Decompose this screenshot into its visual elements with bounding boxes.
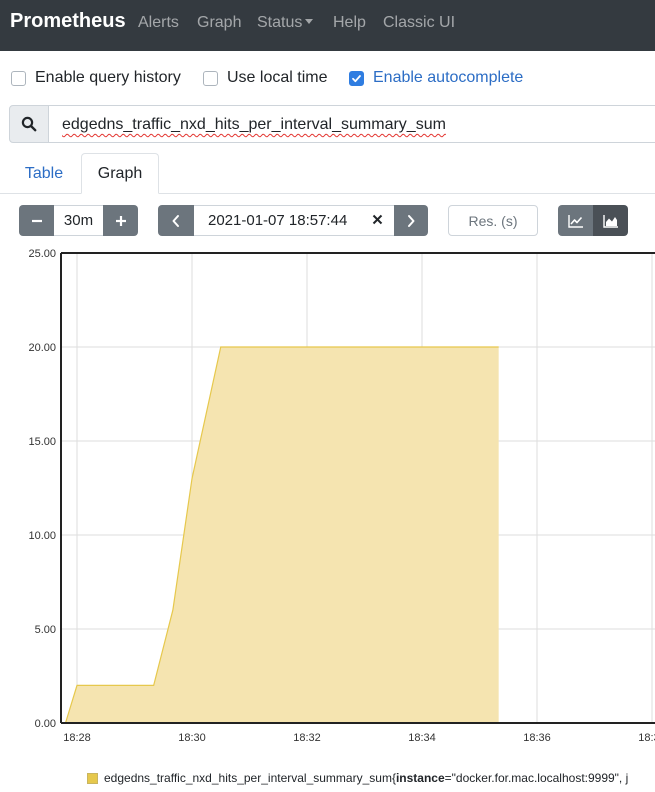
end-time-back-button[interactable] <box>158 205 194 236</box>
stacked-toggle-button[interactable] <box>593 205 628 236</box>
range-decrease-button[interactable] <box>19 205 54 236</box>
legend-metric: edgedns_traffic_nxd_hits_per_interval_su… <box>104 771 392 785</box>
option-query-history[interactable]: Enable query history <box>11 68 181 88</box>
y-tick-label: 0.00 <box>35 718 56 730</box>
range-input[interactable]: 30m <box>54 205 103 236</box>
legend-label-value: "docker.for.mac.localhost:9999", j <box>451 771 629 785</box>
local-time-label: Use local time <box>227 69 328 86</box>
legend-item[interactable]: edgedns_traffic_nxd_hits_per_interval_su… <box>87 770 628 786</box>
y-tick-label: 25.00 <box>28 248 56 260</box>
option-autocomplete[interactable]: Enable autocomplete <box>349 68 523 88</box>
query-history-checkbox[interactable] <box>11 70 26 86</box>
x-tick-label: 18:34 <box>408 732 436 744</box>
expression-text: edgedns_traffic_nxd_hits_per_interval_su… <box>62 116 446 133</box>
brand-logo[interactable]: Prometheus <box>10 10 126 33</box>
y-tick-label: 5.00 <box>35 624 56 636</box>
x-tick-label: 18:38 <box>638 732 655 744</box>
expression-input[interactable]: edgedns_traffic_nxd_hits_per_interval_su… <box>48 105 655 143</box>
chevron-right-icon <box>408 214 415 227</box>
autocomplete-checkbox[interactable] <box>349 70 364 86</box>
legend-swatch <box>87 772 98 784</box>
chevron-down-icon <box>305 19 314 24</box>
x-tick-label: 18:36 <box>523 732 551 744</box>
tab-graph[interactable]: Graph <box>81 153 159 194</box>
y-tick-label: 10.00 <box>28 530 56 542</box>
nav-status[interactable]: Status <box>257 14 314 32</box>
tab-table[interactable]: Table <box>10 153 78 194</box>
search-icon <box>21 116 37 132</box>
minus-icon <box>31 219 42 222</box>
legend-equals: = <box>444 771 452 785</box>
chevron-left-icon <box>172 214 179 227</box>
x-tick-label: 18:32 <box>293 732 321 744</box>
end-time-forward-button[interactable] <box>394 205 428 236</box>
autocomplete-label: Enable autocomplete <box>373 69 524 86</box>
range-increase-button[interactable] <box>103 205 138 236</box>
check-icon <box>352 74 361 82</box>
local-time-checkbox[interactable] <box>203 70 218 86</box>
y-tick-label: 15.00 <box>28 436 56 448</box>
option-local-time[interactable]: Use local time <box>203 68 327 88</box>
nav-status-label: Status <box>257 14 303 31</box>
area-chart-icon <box>602 214 618 228</box>
graph-chart[interactable]: 0.00 5.00 10.00 15.00 20.00 25.00 18:28 18:30 18… <box>0 240 655 750</box>
x-tick-label: 18:28 <box>63 732 91 744</box>
x-tick-label: 18:30 <box>178 732 206 744</box>
nav-classic-ui[interactable]: Classic UI <box>383 14 455 32</box>
resolution-input[interactable]: Res. (s) <box>448 205 538 236</box>
end-time-value: 2021-01-07 18:57:44 <box>208 212 348 229</box>
plus-icon <box>115 215 126 226</box>
execute-search-button[interactable] <box>9 105 49 143</box>
end-time-input[interactable]: 2021-01-07 18:57:44 <box>194 205 394 236</box>
legend-label-key: instance <box>395 771 445 785</box>
query-history-label: Enable query history <box>35 69 181 86</box>
y-tick-label: 20.00 <box>28 342 56 354</box>
clear-end-time-button[interactable] <box>371 213 384 230</box>
nav-alerts[interactable]: Alerts <box>138 14 179 32</box>
line-chart-icon <box>567 214 583 228</box>
navbar: Prometheus Alerts Graph Status Help Clas… <box>0 0 655 51</box>
close-icon <box>372 214 383 225</box>
unstacked-toggle-button[interactable] <box>558 205 593 236</box>
nav-help[interactable]: Help <box>333 14 366 32</box>
nav-graph[interactable]: Graph <box>197 14 241 32</box>
